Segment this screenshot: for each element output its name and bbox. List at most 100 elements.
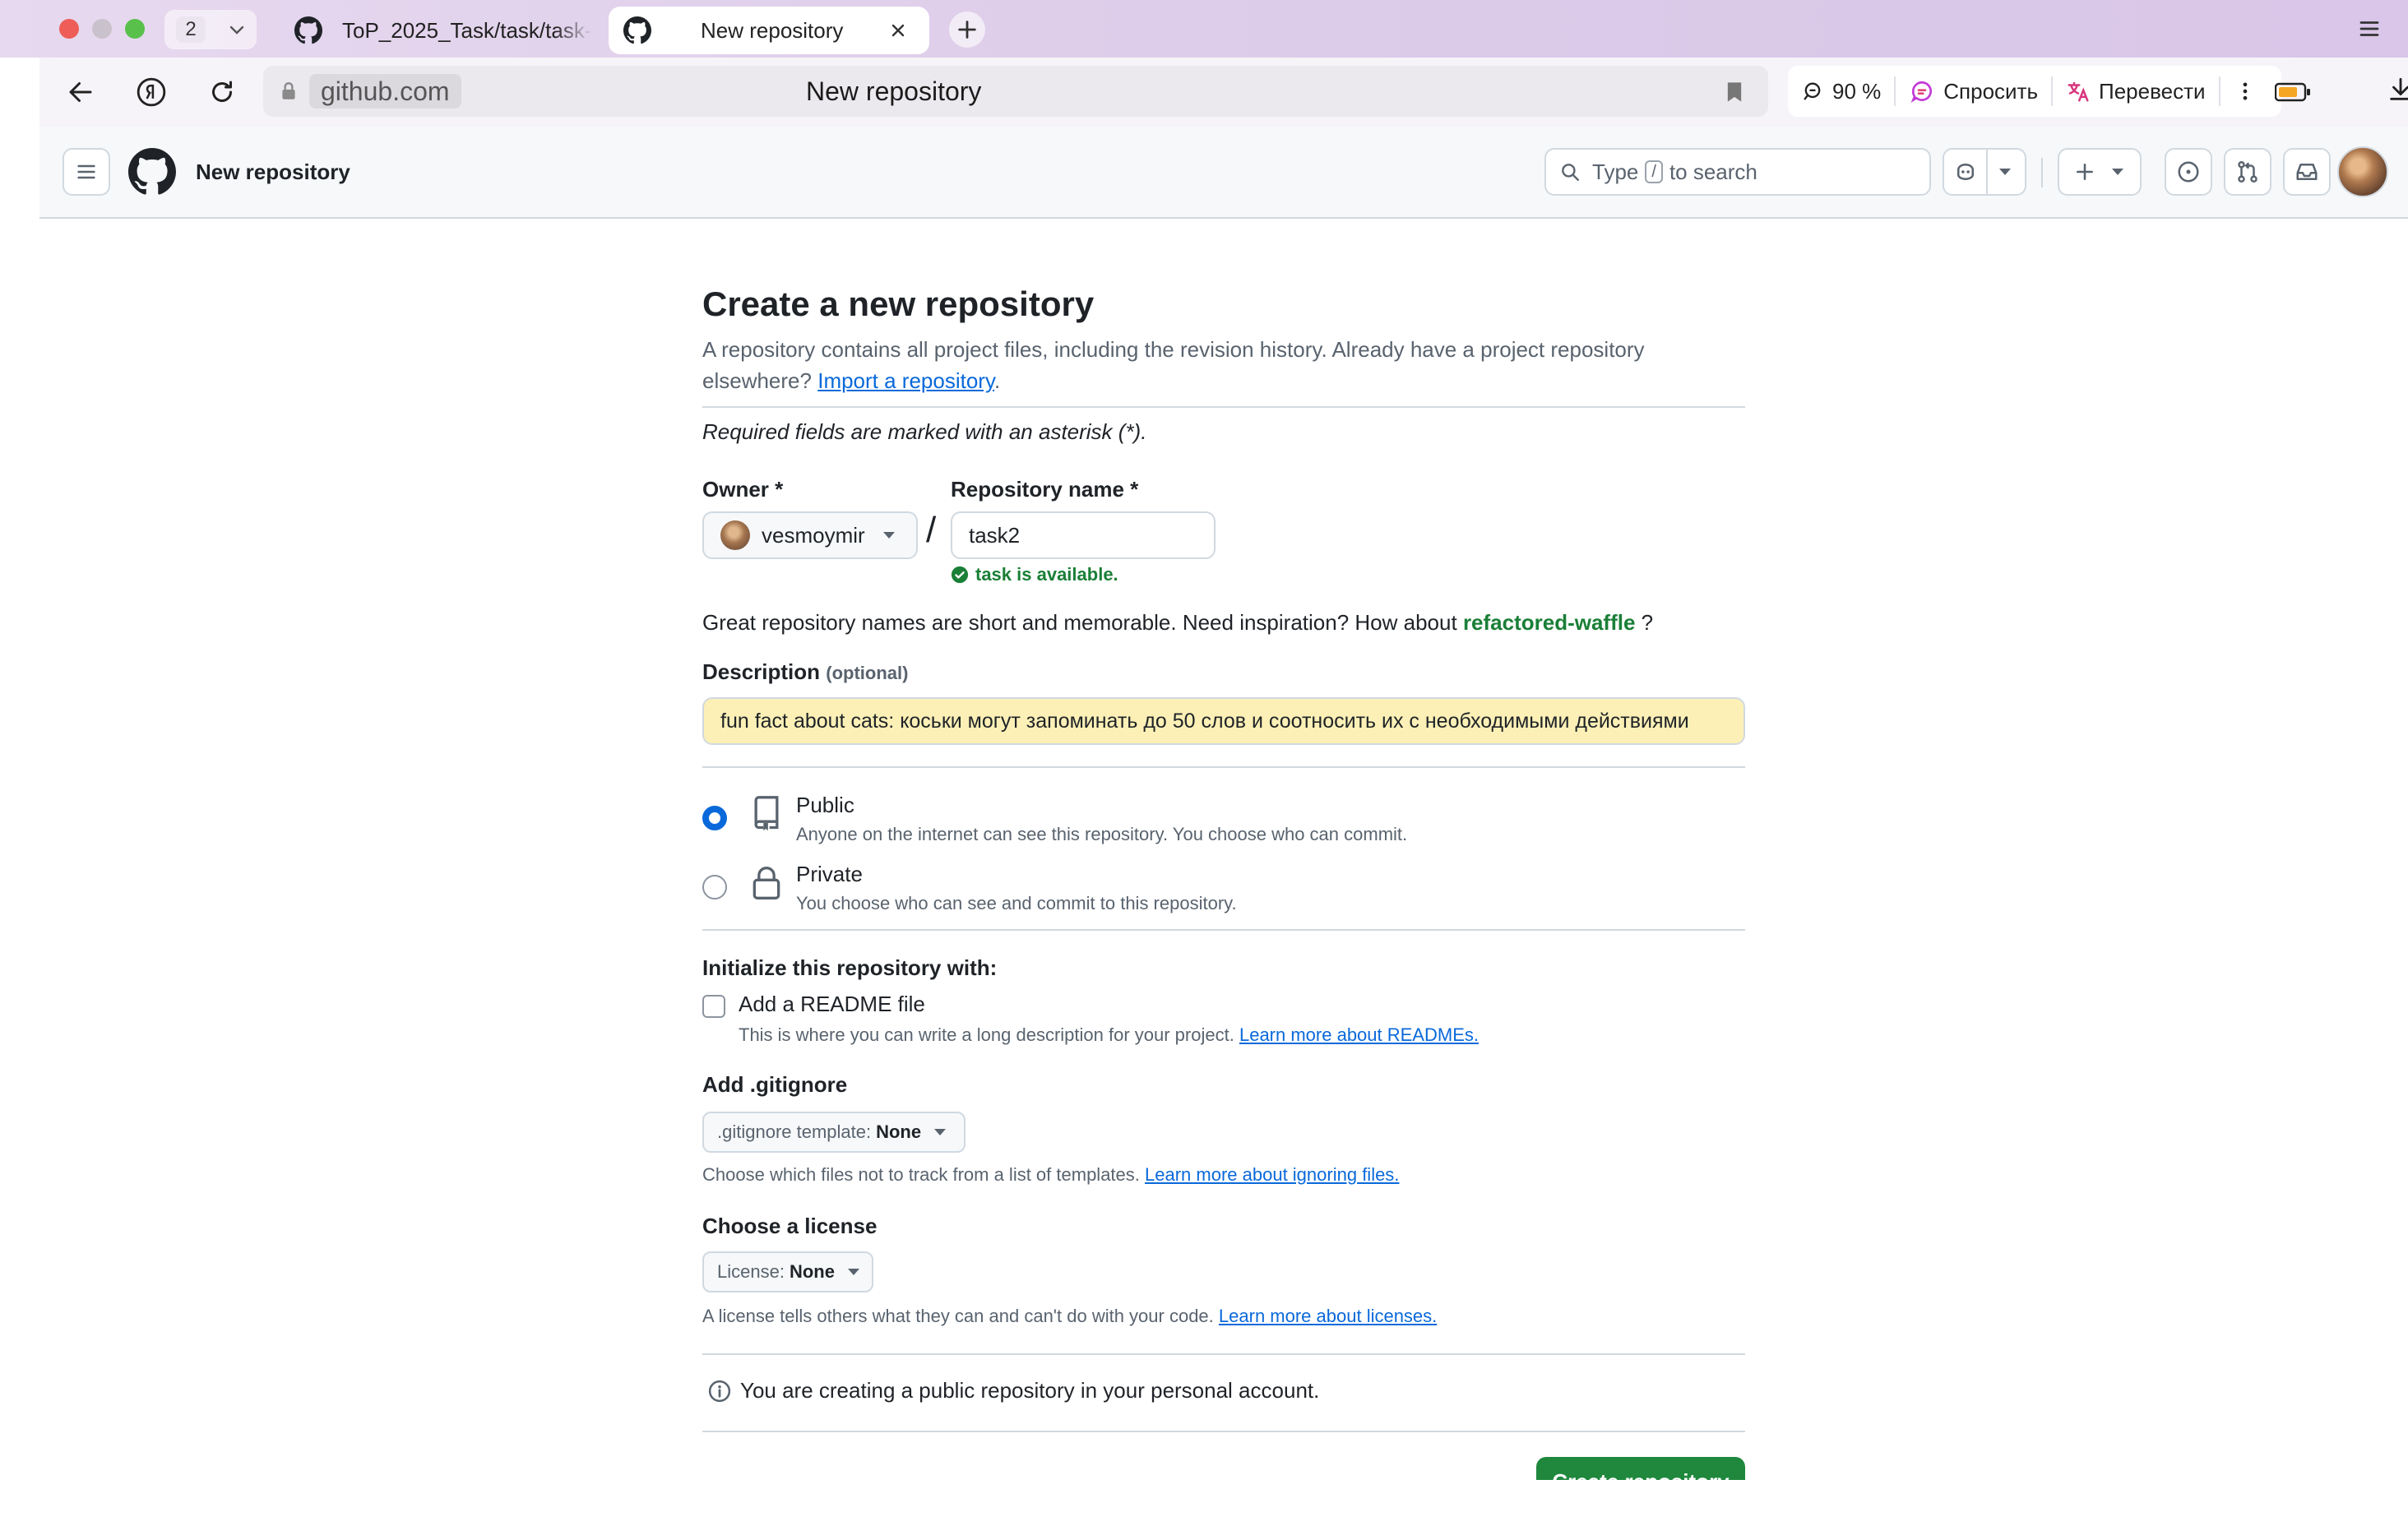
search-icon [1562, 164, 1579, 181]
browser-tab-bar: 2 ToP_2025_Task/task/task- New repositor… [0, 0, 2408, 58]
browser-extras: 90 % Спросить Перевести [1788, 66, 2281, 117]
new-tab-button[interactable] [949, 12, 985, 48]
minimize-window-button[interactable] [92, 19, 112, 39]
maximize-window-button[interactable] [125, 19, 145, 39]
github-favicon-icon [294, 16, 322, 44]
suggested-name-button[interactable]: refactored-waffle [1463, 610, 1636, 635]
owner-name-separator: / [926, 510, 937, 550]
inspiration-end: ? [1641, 610, 1654, 635]
initialize-heading: Initialize this repository with: [702, 955, 998, 980]
license-hint-text: A license tells others what they can and… [702, 1306, 1214, 1326]
gitignore-hint-text: Choose which files not to track from a l… [702, 1164, 1140, 1185]
address-host: github.com [309, 74, 461, 109]
user-avatar[interactable] [2337, 146, 2388, 197]
button-split [1986, 148, 1988, 196]
back-button[interactable] [63, 74, 99, 110]
yandex-button[interactable] [133, 74, 169, 110]
license-select-prefix: License: [717, 1261, 785, 1282]
lock-icon [752, 867, 780, 899]
plus-icon [2077, 164, 2093, 180]
repository-name-input[interactable] [951, 511, 1216, 559]
zoom-indicator[interactable]: 90 % [1788, 75, 1894, 108]
address-page-title: New repository [806, 76, 982, 106]
owner-label: Owner * [702, 477, 784, 502]
visibility-public-option[interactable]: Public Anyone on the internet can see th… [702, 793, 1745, 858]
description-optional: (optional) [826, 663, 909, 683]
license-hint: A license tells others what they can and… [702, 1306, 1437, 1327]
search-input[interactable]: Type / to search [1544, 148, 1931, 196]
zoom-level: 90 % [1832, 78, 1882, 104]
create-new-button[interactable] [2058, 148, 2142, 196]
learn-more-licenses-link[interactable]: Learn more about licenses. [1219, 1306, 1437, 1326]
private-title: Private [796, 862, 863, 886]
translate-button[interactable]: Перевести [2053, 75, 2218, 108]
divider [702, 1353, 1745, 1355]
more-button[interactable] [2220, 75, 2270, 108]
availability-text: task is available. [975, 564, 1118, 585]
divider [702, 1431, 1745, 1432]
owner-value: vesmoymir [762, 522, 865, 548]
header-divider [2041, 158, 2043, 187]
copilot-button-group[interactable] [1943, 148, 2026, 196]
check-circle-icon [951, 566, 969, 584]
required-fields-note: Required fields are marked with an aster… [702, 419, 1147, 444]
tab-title: ToP_2025_Task/task/task- [342, 17, 592, 43]
tab-title: New repository [701, 17, 844, 43]
add-readme-checkbox[interactable] [702, 995, 725, 1018]
address-bar[interactable]: github.com New repository [263, 66, 1768, 117]
page-title: Create a new repository [702, 284, 1095, 323]
description-input[interactable] [702, 697, 1745, 745]
caret-down-icon [882, 532, 895, 539]
private-radio[interactable] [702, 875, 727, 899]
search-placeholder-prefix: Type [1592, 159, 1639, 184]
pull-requests-button[interactable] [2224, 148, 2271, 196]
copilot-dropdown-caret-icon[interactable] [1999, 169, 2011, 175]
name-inspiration: Great repository names are short and mem… [702, 610, 1653, 636]
license-select[interactable]: License: None [702, 1251, 873, 1292]
add-readme-label[interactable]: Add a README file [739, 992, 925, 1017]
learn-more-readmes-link[interactable]: Learn more about READMEs. [1239, 1024, 1479, 1045]
open-global-nav-button[interactable] [63, 148, 110, 196]
inbox-icon [2296, 164, 2318, 180]
browser-toolbar: github.com New repository 90 % Спросить … [39, 58, 2408, 127]
gitignore-heading: Add .gitignore [702, 1072, 848, 1097]
battery-icon [2275, 82, 2310, 102]
translate-icon [2068, 81, 2089, 102]
arrow-left-icon [69, 82, 92, 102]
description-label-text: Description [702, 659, 821, 684]
visibility-private-option[interactable]: Private You choose who can see and commi… [702, 862, 1745, 927]
download-icon[interactable] [2387, 76, 2408, 104]
search-placeholder-suffix: to search [1669, 159, 1757, 184]
gitignore-template-select[interactable]: .gitignore template: None [702, 1112, 966, 1153]
availability-message: task is available. [951, 564, 1118, 585]
hamburger-icon [77, 164, 95, 179]
caret-down-icon [934, 1129, 947, 1135]
caret-down-icon [847, 1269, 859, 1275]
translate-label: Перевести [2099, 78, 2206, 104]
tab-group-counter[interactable]: 2 [164, 10, 257, 49]
ask-label: Спросить [1943, 78, 2039, 104]
learn-more-ignoring-files-link[interactable]: Learn more about ignoring files. [1145, 1164, 1399, 1185]
public-radio[interactable] [702, 806, 727, 830]
close-tab-icon[interactable] [888, 21, 908, 40]
browser-menu-icon[interactable] [2357, 16, 2382, 41]
github-favicon-icon [623, 16, 651, 44]
close-window-button[interactable] [59, 19, 79, 39]
ask-button[interactable]: Спросить [1896, 75, 2051, 108]
issues-button[interactable] [2165, 148, 2212, 196]
import-repository-link[interactable]: Import a repository [817, 368, 994, 393]
gitignore-select-prefix: .gitignore template: [717, 1121, 872, 1142]
tab-new-repository[interactable]: New repository [609, 7, 929, 54]
divider [702, 929, 1745, 931]
github-logo-icon[interactable] [128, 148, 176, 196]
inbox-button[interactable] [2283, 148, 2331, 196]
bookmark-icon[interactable] [1724, 81, 1745, 104]
reload-button[interactable] [204, 74, 240, 110]
repo-icon [754, 796, 779, 831]
page-context-title[interactable]: New repository [196, 150, 350, 194]
tab-task-repo[interactable]: ToP_2025_Task/task/task- [285, 7, 592, 54]
issue-opened-icon [2178, 161, 2199, 183]
owner-select[interactable]: vesmoymir [702, 511, 918, 559]
public-title: Public [796, 793, 854, 817]
zoom-chat-icon [1804, 82, 1821, 100]
